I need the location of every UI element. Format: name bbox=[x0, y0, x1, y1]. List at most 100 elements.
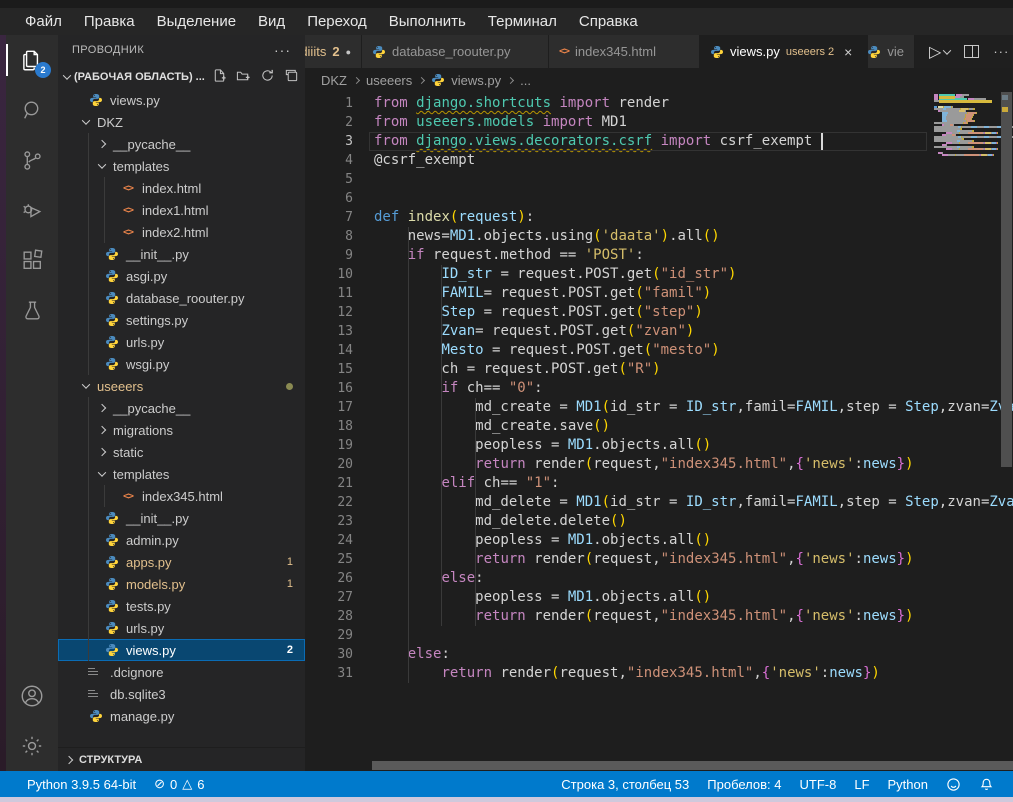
menu-item-7[interactable]: Справка bbox=[568, 8, 649, 35]
python-interpreter-status[interactable]: Python 3.9.5 64-bit bbox=[18, 771, 145, 797]
warnings-count: 6 bbox=[197, 777, 204, 792]
new-folder-icon[interactable] bbox=[236, 68, 251, 86]
desktop-edge-bottom bbox=[0, 797, 1013, 802]
folder-migrations[interactable]: migrations bbox=[58, 419, 305, 441]
menu-item-1[interactable]: Правка bbox=[73, 8, 146, 35]
folder--pycache-[interactable]: __pycache__ bbox=[58, 397, 305, 419]
folder--pycache-[interactable]: __pycache__ bbox=[58, 133, 305, 155]
eol-status[interactable]: LF bbox=[845, 777, 878, 792]
extensions-icon[interactable] bbox=[6, 235, 58, 285]
tree-item-label: admin.py bbox=[126, 533, 179, 548]
chevron-down-icon bbox=[63, 71, 71, 79]
file--init-py[interactable]: __init__.py bbox=[58, 507, 305, 529]
menu-item-6[interactable]: Терминал bbox=[477, 8, 568, 35]
source-control-icon[interactable] bbox=[6, 135, 58, 185]
git-change-badge: 1 bbox=[287, 578, 293, 590]
tab-database-roouter-py[interactable]: database_roouter.py bbox=[362, 35, 549, 68]
file-settings-py[interactable]: settings.py bbox=[58, 309, 305, 331]
folder-useeers[interactable]: useeers bbox=[58, 375, 305, 397]
code-editor[interactable]: 1from django.shortcuts import render2fro… bbox=[305, 92, 1013, 771]
menu-item-0[interactable]: Файл bbox=[14, 8, 73, 35]
breadcrumb-item[interactable]: useeers bbox=[366, 73, 412, 88]
cursor-position-status[interactable]: Строка 3, столбец 53 bbox=[552, 777, 698, 792]
settings-gear-icon[interactable] bbox=[6, 721, 58, 771]
breadcrumb[interactable]: DKZ useeers views.py... bbox=[305, 68, 1013, 92]
workspace-section-header[interactable]: (РАБОЧАЯ ОБЛАСТЬ) ... bbox=[58, 65, 305, 89]
file-views-py[interactable]: views.py bbox=[58, 89, 305, 111]
menu-item-4[interactable]: Переход bbox=[296, 8, 378, 35]
account-icon[interactable] bbox=[6, 671, 58, 721]
editor-more-actions-icon[interactable]: ··· bbox=[993, 44, 1009, 59]
file-asgi-py[interactable]: asgi.py bbox=[58, 265, 305, 287]
file-index345-html[interactable]: <>index345.html bbox=[58, 485, 305, 507]
feedback-icon[interactable] bbox=[937, 777, 970, 792]
file-urls-py[interactable]: urls.py bbox=[58, 331, 305, 353]
new-file-icon[interactable] bbox=[212, 68, 227, 86]
split-editor-icon[interactable] bbox=[964, 45, 979, 58]
file-apps-py[interactable]: apps.py1 bbox=[58, 551, 305, 573]
chevron-right-icon bbox=[65, 755, 73, 763]
minimap[interactable] bbox=[934, 94, 1000, 156]
notifications-bell-icon[interactable] bbox=[970, 777, 1003, 792]
run-dropdown-chevron-icon[interactable] bbox=[943, 46, 951, 54]
python-file-icon bbox=[104, 620, 120, 636]
file-db-sqlite3[interactable]: db.sqlite3 bbox=[58, 683, 305, 705]
breadcrumb-item[interactable]: ... bbox=[520, 73, 531, 88]
collapse-folders-icon[interactable] bbox=[284, 68, 299, 86]
file-urls-py[interactable]: urls.py bbox=[58, 617, 305, 639]
menu-item-3[interactable]: Вид bbox=[247, 8, 296, 35]
menu-item-2[interactable]: Выделение bbox=[146, 8, 247, 35]
file-index2-html[interactable]: <>index2.html bbox=[58, 221, 305, 243]
tree-item-label: templates bbox=[113, 159, 169, 174]
run-debug-icon[interactable] bbox=[6, 185, 58, 235]
code-line-21: 21 elif ch== "1": bbox=[305, 474, 1013, 493]
sidebar-more-icon[interactable]: ··· bbox=[274, 42, 291, 58]
html-file-icon: <> bbox=[120, 488, 136, 504]
testing-icon[interactable] bbox=[6, 285, 58, 335]
vertical-scrollbar-thumb[interactable] bbox=[1001, 92, 1012, 467]
breadcrumb-item[interactable]: DKZ bbox=[321, 73, 347, 88]
horizontal-scrollbar-thumb[interactable] bbox=[372, 761, 1013, 770]
breadcrumb-item[interactable]: views.py bbox=[451, 73, 501, 88]
encoding-status[interactable]: UTF-8 bbox=[791, 777, 846, 792]
close-tab-icon[interactable]: × bbox=[844, 44, 852, 60]
dirty-indicator-icon[interactable]: ● bbox=[346, 47, 351, 57]
tab-diiits[interactable]: diiits2● bbox=[305, 35, 362, 68]
folder-static[interactable]: static bbox=[58, 441, 305, 463]
tab-index345-html[interactable]: <>index345.html bbox=[549, 35, 700, 68]
tab-vie[interactable]: vie bbox=[868, 35, 915, 68]
language-mode-status[interactable]: Python bbox=[879, 777, 937, 792]
file-index1-html[interactable]: <>index1.html bbox=[58, 199, 305, 221]
file-models-py[interactable]: models.py1 bbox=[58, 573, 305, 595]
folder-dkz[interactable]: DKZ bbox=[58, 111, 305, 133]
status-bar: Python 3.9.5 64-bit ⊘ 0 △ 6 Строка 3, ст… bbox=[0, 771, 1013, 797]
file-index-html[interactable]: <>index.html bbox=[58, 177, 305, 199]
file-database-roouter-py[interactable]: database_roouter.py bbox=[58, 287, 305, 309]
file-admin-py[interactable]: admin.py bbox=[58, 529, 305, 551]
run-python-file-button[interactable]: ▷ bbox=[929, 42, 950, 62]
explorer-icon[interactable]: 2 bbox=[6, 35, 58, 85]
menu-item-5[interactable]: Выполнить bbox=[378, 8, 477, 35]
indentation-status[interactable]: Пробелов: 4 bbox=[698, 777, 790, 792]
file--dcignore[interactable]: .dcignore bbox=[58, 661, 305, 683]
file-manage-py[interactable]: manage.py bbox=[58, 705, 305, 727]
problems-status[interactable]: ⊘ 0 △ 6 bbox=[145, 771, 213, 797]
tab-views-py[interactable]: views.pyuseeers 2× bbox=[700, 35, 868, 68]
horizontal-scrollbar[interactable] bbox=[305, 760, 1013, 771]
indent-guide bbox=[441, 265, 442, 626]
search-icon[interactable] bbox=[6, 85, 58, 135]
file--init-py[interactable]: __init__.py bbox=[58, 243, 305, 265]
refresh-icon[interactable] bbox=[260, 68, 275, 86]
file-wsgi-py[interactable]: wsgi.py bbox=[58, 353, 305, 375]
code-line-17: 17 md_create = MD1(id_str = ID_str,famil… bbox=[305, 398, 1013, 417]
outline-section-header[interactable]: СТРУКТУРА bbox=[58, 747, 305, 771]
vertical-scrollbar[interactable] bbox=[1000, 92, 1013, 771]
file-views-py[interactable]: views.py2 bbox=[58, 639, 305, 661]
folder-templates[interactable]: templates bbox=[58, 463, 305, 485]
line-number: 11 bbox=[305, 284, 353, 303]
folder-templates[interactable]: templates bbox=[58, 155, 305, 177]
chevron-down-icon bbox=[82, 380, 90, 388]
line-number: 26 bbox=[305, 569, 353, 588]
file-tests-py[interactable]: tests.py bbox=[58, 595, 305, 617]
title-bar bbox=[0, 0, 1013, 8]
